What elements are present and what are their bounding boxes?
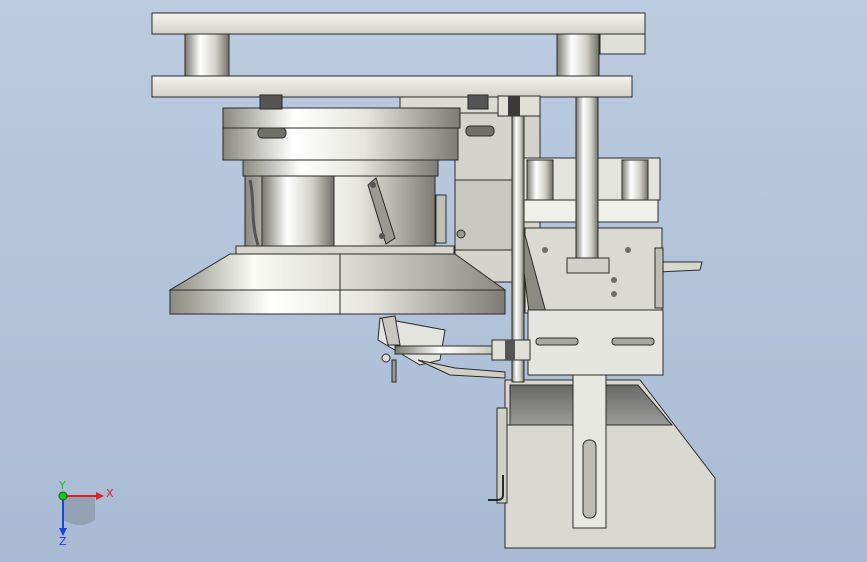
x-axis-arrow	[96, 492, 104, 500]
cad-viewport[interactable]: X Y Z	[0, 0, 867, 562]
y-axis-label: Y	[58, 479, 66, 492]
x-axis-label: X	[106, 487, 114, 500]
z-axis-label: Z	[59, 535, 67, 548]
spindle-body	[235, 159, 455, 255]
y-axis-point	[58, 491, 68, 501]
probe-arm	[377, 315, 531, 383]
machine-assembly-drawing: X Y Z	[58, 12, 716, 549]
coordinate-triad: X Y Z	[58, 479, 114, 548]
top-frame	[151, 12, 646, 114]
conical-base	[168, 253, 507, 315]
